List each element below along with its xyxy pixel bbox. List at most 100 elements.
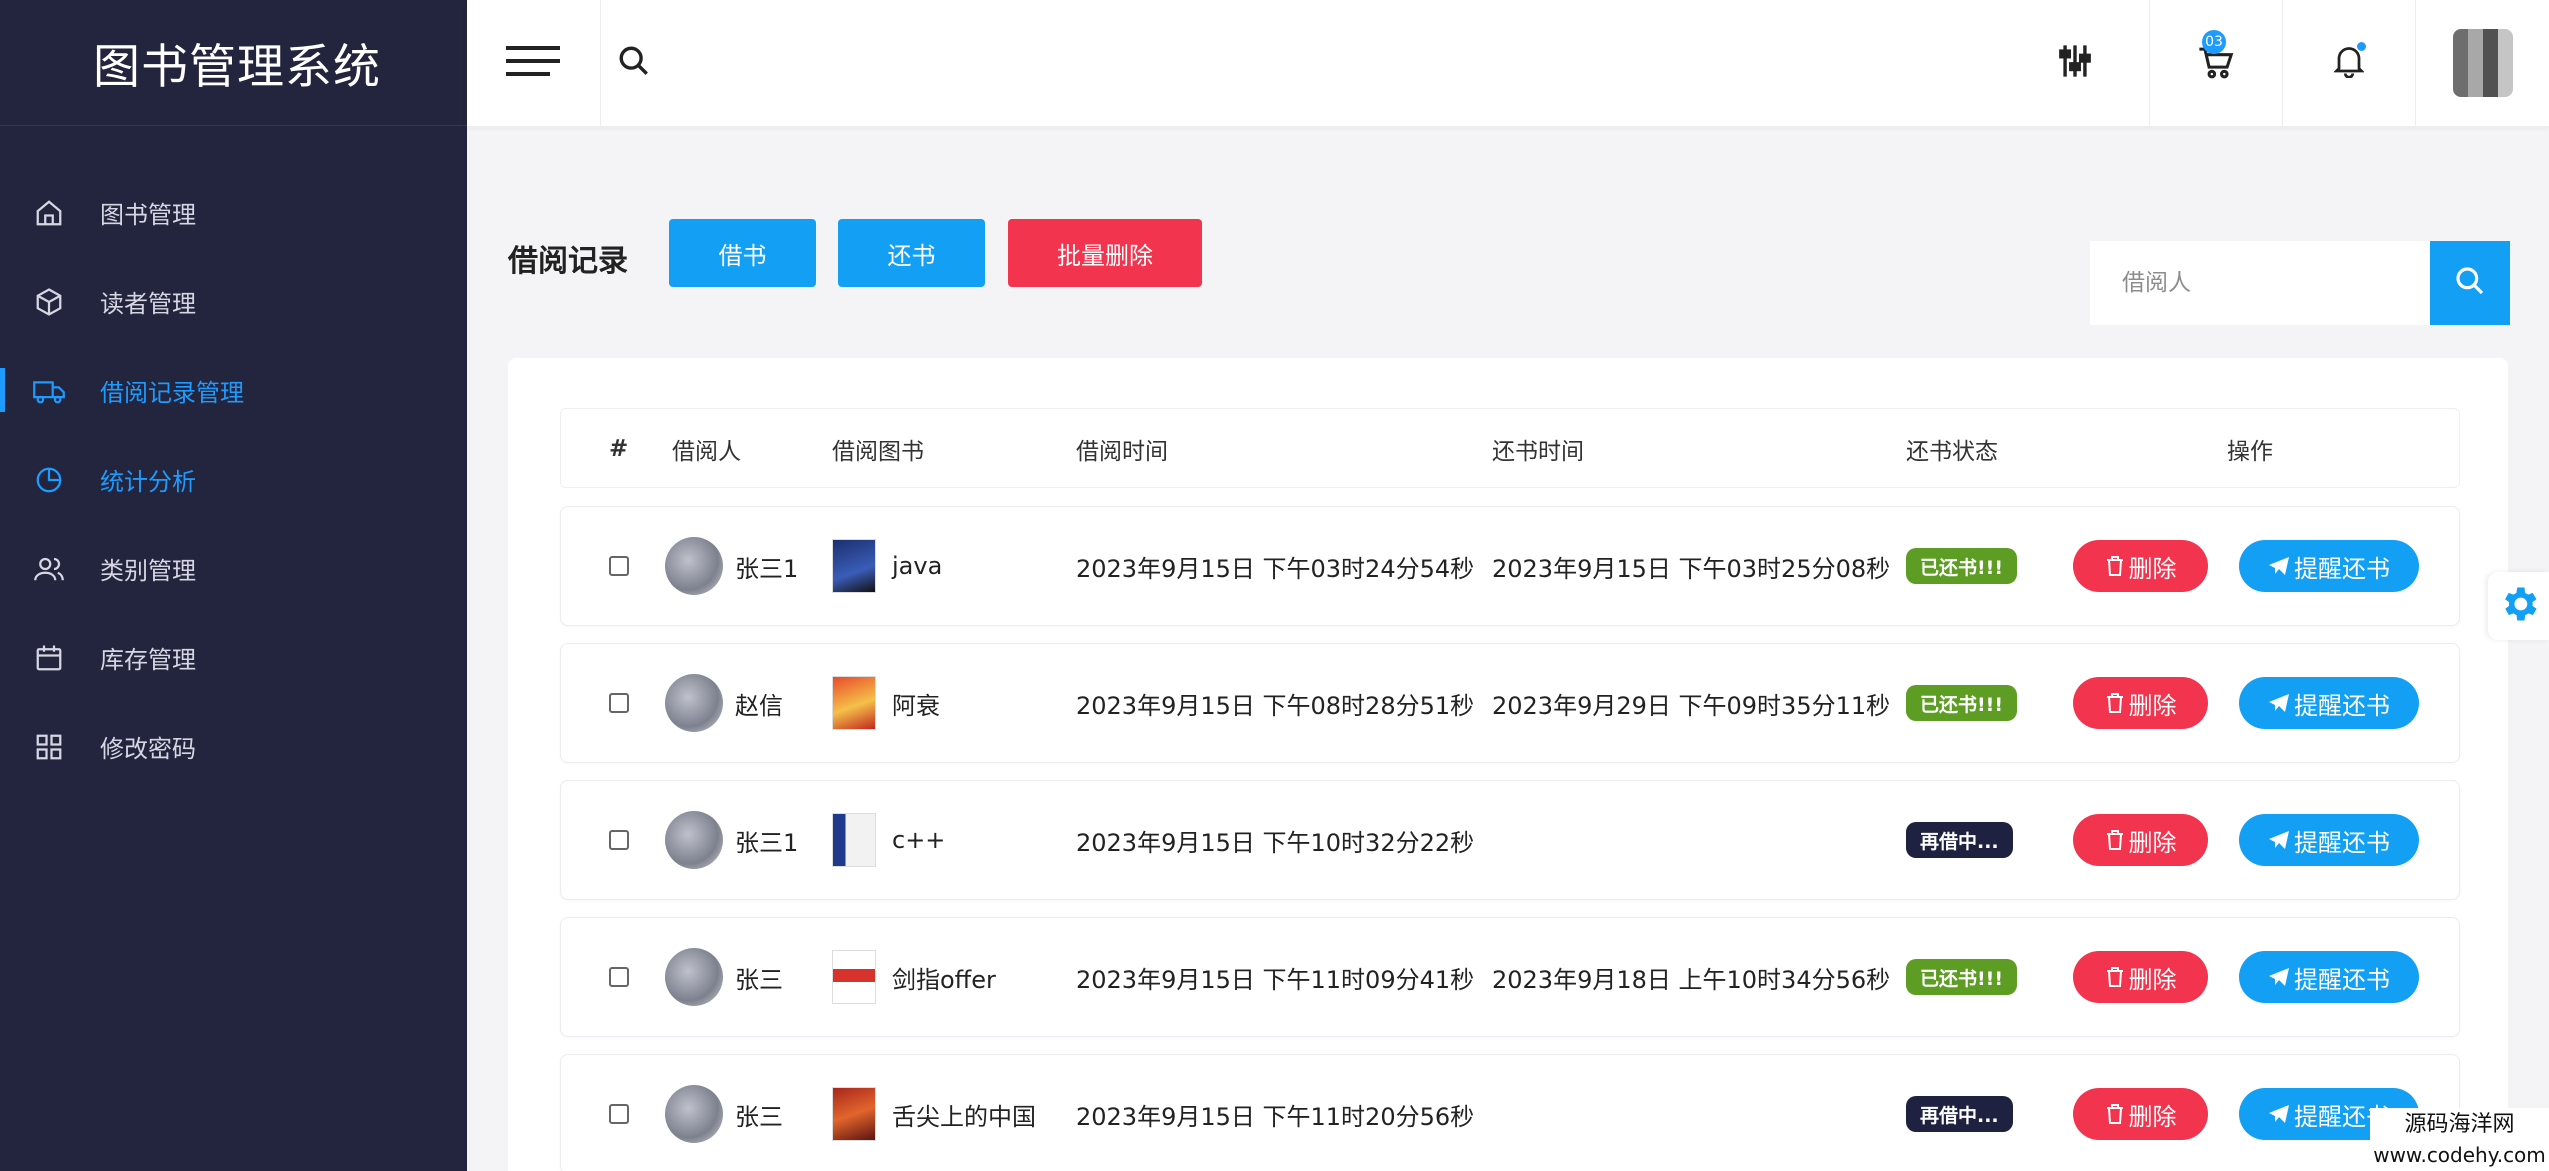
delete-button[interactable]: 删除 (2073, 540, 2208, 592)
search-toggle-button[interactable] (601, 0, 667, 126)
sidebar-item-label: 库存管理 (100, 646, 196, 674)
book-title: java (892, 552, 943, 580)
remind-label: 提醒还书 (2294, 828, 2390, 857)
page-title: 借阅记录 (508, 244, 628, 279)
table-header: # 借阅人 借阅图书 借阅时间 还书时间 还书状态 操作 (560, 408, 2460, 488)
sidebar-item-change-password[interactable]: 修改密码 (0, 702, 467, 791)
table-row: 张三 剑指offer 2023年9月15日 下午11时09分41秒 2023年9… (560, 917, 2460, 1037)
borrower-avatar (665, 537, 723, 595)
table-row: 赵信 阿衰 2023年9月15日 下午08时28分51秒 2023年9月29日 … (560, 643, 2460, 763)
sidebar-item-borrow-records[interactable]: 借阅记录管理 (0, 346, 467, 435)
cart-button[interactable]: 03 (2150, 0, 2282, 126)
box-icon (33, 286, 65, 318)
search-submit-button[interactable] (2430, 241, 2510, 325)
status-badge: 已还书!!! (1906, 685, 2017, 721)
borrow-time: 2023年9月15日 下午08时28分51秒 (1076, 691, 1475, 720)
site-watermark: 源码海洋网 www.codehy.com (2370, 1108, 2549, 1171)
sidebar-item-statistics[interactable]: 统计分析 (0, 435, 467, 524)
status-badge: 再借中... (1906, 1096, 2013, 1132)
delete-button[interactable]: 删除 (2073, 951, 2208, 1003)
status-badge: 已还书!!! (1906, 548, 2017, 584)
theme-settings-button[interactable] (2488, 572, 2549, 640)
row-checkbox[interactable] (609, 693, 629, 713)
sidebar-item-label: 图书管理 (100, 201, 196, 229)
borrow-time: 2023年9月15日 下午11时20分56秒 (1076, 1102, 1475, 1131)
delete-label: 删除 (2128, 828, 2177, 857)
pie-chart-icon (33, 464, 65, 496)
table-row: 张三1 c++ 2023年9月15日 下午10时32分22秒 再借中... 删除… (560, 780, 2460, 900)
sidebar-item-categories[interactable]: 类别管理 (0, 524, 467, 613)
status-badge: 已还书!!! (1906, 959, 2017, 995)
return-time: 2023年9月18日 上午10时34分56秒 (1492, 965, 1891, 994)
gear-icon (2497, 582, 2541, 630)
sidebar-item-books[interactable]: 图书管理 (0, 168, 467, 257)
borrower-avatar (665, 1085, 723, 1143)
status-badge: 再借中... (1906, 822, 2013, 858)
remind-return-button[interactable]: 提醒还书 (2239, 951, 2419, 1003)
trash-icon (2105, 829, 2125, 851)
trash-icon (2105, 692, 2125, 714)
borrower-name: 张三 (735, 1102, 783, 1131)
menu-toggle-button[interactable] (467, 0, 599, 126)
search-icon (2454, 265, 2486, 301)
truck-icon (33, 375, 65, 407)
delete-label: 删除 (2128, 965, 2177, 994)
notification-dot (2357, 42, 2366, 51)
app-title: 图书管理系统 (93, 40, 381, 95)
borrow-time: 2023年9月15日 下午03时24分54秒 (1076, 554, 1475, 583)
remind-return-button[interactable]: 提醒还书 (2239, 540, 2419, 592)
column-header-borrower: 借阅人 (672, 439, 741, 465)
row-checkbox[interactable] (609, 556, 629, 576)
sidebar-item-label: 借阅记录管理 (100, 379, 244, 407)
column-header-actions: 操作 (2227, 439, 2273, 465)
send-icon (2268, 1104, 2290, 1124)
send-icon (2268, 967, 2290, 987)
column-header-borrow-time: 借阅时间 (1076, 439, 1168, 465)
sidebar: 图书管理系统 图书管理 读者管理 借阅记录管理 统计分析 类别管理 库存管理 修… (0, 0, 467, 1171)
search-icon (617, 44, 651, 82)
book-cover (832, 813, 876, 867)
row-checkbox[interactable] (609, 1104, 629, 1124)
book-cover (832, 539, 876, 593)
delete-button[interactable]: 删除 (2073, 1088, 2208, 1140)
brand: 图书管理系统 (0, 0, 467, 126)
book-title: 阿衰 (892, 691, 940, 720)
delete-button[interactable]: 删除 (2073, 677, 2208, 729)
settings-sliders-button[interactable] (2015, 0, 2135, 126)
user-avatar-button[interactable] (2416, 0, 2549, 126)
sidebar-item-inventory[interactable]: 库存管理 (0, 613, 467, 702)
borrower-name: 张三1 (735, 828, 799, 857)
remind-return-button[interactable]: 提醒还书 (2239, 814, 2419, 866)
remind-label: 提醒还书 (2294, 554, 2390, 583)
table-row: 张三1 java 2023年9月15日 下午03时24分54秒 2023年9月1… (560, 506, 2460, 626)
batch-delete-button[interactable]: 批量删除 (1008, 219, 1202, 287)
delete-label: 删除 (2128, 554, 2177, 583)
remind-label: 提醒还书 (2294, 691, 2390, 720)
delete-button[interactable]: 删除 (2073, 814, 2208, 866)
book-cover (832, 676, 876, 730)
sidebar-item-label: 读者管理 (100, 290, 196, 318)
cart-count-badge: 03 (2202, 30, 2226, 54)
notifications-button[interactable] (2283, 0, 2415, 126)
row-checkbox[interactable] (609, 830, 629, 850)
trash-icon (2105, 966, 2125, 988)
return-button[interactable]: 还书 (838, 219, 985, 287)
column-header-index: # (609, 436, 629, 462)
book-cover (832, 1087, 876, 1141)
remind-return-button[interactable]: 提醒还书 (2239, 677, 2419, 729)
send-icon (2268, 556, 2290, 576)
column-header-status: 还书状态 (1906, 439, 1998, 465)
users-icon (33, 553, 65, 585)
send-icon (2268, 693, 2290, 713)
delete-label: 删除 (2128, 691, 2177, 720)
trash-icon (2105, 555, 2125, 577)
borrow-button[interactable]: 借书 (669, 219, 816, 287)
row-checkbox[interactable] (609, 967, 629, 987)
book-title: c++ (892, 826, 946, 854)
book-title: 剑指offer (892, 965, 996, 994)
return-time: 2023年9月29日 下午09时35分11秒 (1492, 691, 1891, 720)
column-header-return-time: 还书时间 (1492, 439, 1584, 465)
sidebar-item-readers[interactable]: 读者管理 (0, 257, 467, 346)
borrow-time: 2023年9月15日 下午10时32分22秒 (1076, 828, 1475, 857)
borrower-search-input[interactable] (2090, 241, 2430, 325)
